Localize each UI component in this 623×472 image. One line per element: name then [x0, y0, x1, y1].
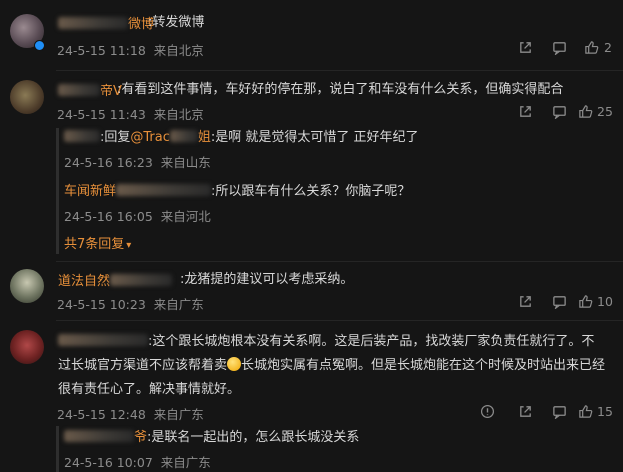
like-count: 2: [604, 40, 612, 55]
comment-time: 24-5-15 11:18: [57, 43, 146, 58]
reply-meta: 24-5-16 16:05 来自河北: [64, 206, 211, 225]
reply-thread-line: [56, 128, 59, 254]
comment-text: 很有责任心了。解决事情就好。: [58, 382, 241, 397]
more-options-icon[interactable]: [480, 404, 495, 419]
commenter-name[interactable]: 微博: [58, 13, 154, 32]
comment-text: :这个跟长城炮根本没有关系啊。这是后装产品，找改装厂家负责任就行了。不: [58, 332, 594, 351]
reply-time: 24-5-16 16:23: [64, 155, 153, 170]
comment-meta: 24-5-15 11:18 来自北京: [57, 40, 204, 59]
reply-location: 来自河北: [160, 209, 211, 224]
comment-location: 来自广东: [153, 407, 204, 422]
comment-location: 来自广东: [153, 297, 204, 312]
reply-thread-line: [56, 426, 59, 472]
reply-time: 24-5-16 16:05: [64, 209, 153, 224]
like-count: 15: [597, 404, 613, 419]
reply-time: 24-5-16 10:07: [64, 455, 153, 470]
share-icon[interactable]: [518, 104, 533, 119]
reply-meta: 24-5-16 10:07 来自广东: [64, 452, 211, 471]
reply-text: 爷:是联名一起出的，怎么跟长城没关系: [64, 428, 359, 447]
share-icon[interactable]: [518, 294, 533, 309]
share-icon[interactable]: [518, 404, 533, 419]
avatar[interactable]: [10, 330, 44, 364]
comment-icon[interactable]: [552, 294, 567, 309]
reply-meta: 24-5-16 16:23 来自山东: [64, 152, 211, 171]
comment-icon[interactable]: [552, 104, 567, 119]
commenter-name[interactable]: 道法自然: [58, 270, 173, 289]
divider: [56, 261, 623, 262]
reply-text: :回复@Trac 姐:是啊 就是觉得太可惜了 正好年纪了: [64, 128, 419, 147]
comment-meta: 24-5-15 10:23 来自广东: [57, 294, 204, 313]
comment-time: 24-5-15 12:48: [57, 407, 146, 422]
blurred-username: [58, 84, 100, 96]
comment-time: 24-5-15 10:23: [57, 297, 146, 312]
comment-time: 24-5-15 11:43: [57, 107, 146, 122]
commenter-name[interactable]: 帝V: [58, 80, 122, 99]
mention-link[interactable]: @Trac: [130, 130, 170, 145]
blurred-username: [58, 334, 148, 346]
comment-meta: 24-5-15 11:43 来自北京: [57, 104, 204, 123]
blurred-username: [64, 430, 134, 442]
verified-badge-icon: [34, 40, 45, 51]
avatar[interactable]: [10, 269, 44, 303]
share-icon[interactable]: [518, 40, 533, 55]
chevron-down-icon: ▾: [126, 240, 132, 251]
comment-text: 过长城官方渠道不应该帮着卖 长城炮实属有点冤啊。但是长城炮能在这个时候及时站出来已…: [58, 357, 606, 373]
reply-username[interactable]: 车闻新鲜: [64, 184, 116, 199]
like-count: 10: [597, 294, 613, 309]
reply-text: 车闻新鲜:所以跟车有什么关系？你脑子呢？: [64, 184, 411, 199]
like-icon[interactable]: [584, 40, 599, 55]
blurred-username: [116, 184, 212, 196]
comment-location: 来自北京: [153, 107, 204, 122]
reply-location: 来自广东: [160, 455, 211, 470]
like-icon[interactable]: [578, 404, 593, 419]
reply-location: 来自山东: [160, 155, 211, 170]
divider: [56, 70, 623, 71]
comment-icon[interactable]: [552, 40, 567, 55]
comment-text: :转发微博: [148, 15, 205, 30]
laughing-emoji-icon: [227, 357, 242, 371]
like-count: 25: [597, 104, 613, 119]
comment-location: 来自北京: [153, 43, 204, 58]
comment-meta: 24-5-15 12:48 来自广东: [57, 404, 204, 423]
blurred-username: [64, 130, 100, 142]
divider: [56, 320, 623, 321]
like-icon[interactable]: [578, 294, 593, 309]
view-more-replies-link[interactable]: 共7条回复 ▾: [64, 233, 131, 252]
blurred-username: [110, 274, 173, 286]
blurred-username: [58, 17, 128, 29]
avatar[interactable]: [10, 80, 44, 114]
like-icon[interactable]: [578, 104, 593, 119]
comment-icon[interactable]: [552, 404, 567, 419]
comment-text: :龙猪提的建议可以考虑采纳。: [180, 272, 354, 287]
comment-text: :有看到这件事情，车好好的停在那，说白了和车没有什么关系，但确实得配合: [117, 82, 564, 97]
